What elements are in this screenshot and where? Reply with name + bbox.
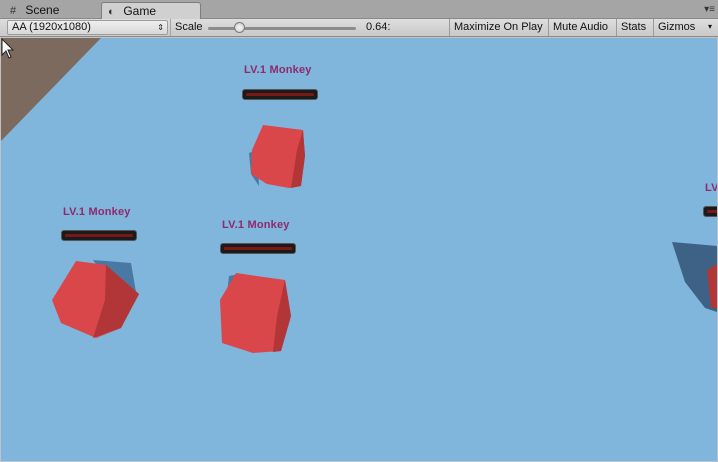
- chevron-down-icon: ▾: [707, 22, 712, 31]
- cube-1: [249, 125, 305, 188]
- health-bar: [242, 89, 318, 100]
- tab-scene[interactable]: # Scene: [4, 2, 96, 19]
- cube-3: [220, 273, 291, 353]
- cube-2: [52, 260, 139, 338]
- tab-menu-icon[interactable]: ▾≡: [704, 4, 715, 15]
- maximize-on-play-button[interactable]: Maximize On Play: [449, 19, 548, 36]
- stats-button[interactable]: Stats: [616, 19, 653, 36]
- tab-game[interactable]: ◐ Game: [101, 2, 201, 19]
- scale-value: 0.64:: [366, 21, 391, 33]
- game-toolbar: AA (1920x1080) ⇕ Scale 0.64: Maximize On…: [0, 19, 718, 37]
- gizmos-button[interactable]: Gizmos ▾: [653, 19, 718, 36]
- scale-slider[interactable]: [208, 27, 356, 30]
- aspect-dropdown[interactable]: AA (1920x1080) ⇕: [7, 20, 168, 35]
- cube-4: [672, 242, 717, 312]
- terrain-corner: [1, 38, 101, 141]
- aspect-label: AA (1920x1080): [12, 21, 91, 33]
- pacman-icon: ◐: [108, 6, 115, 18]
- health-bar: [61, 230, 137, 241]
- mute-audio-button[interactable]: Mute Audio: [548, 19, 616, 36]
- tab-scene-label: Scene: [25, 3, 60, 17]
- tab-game-label: Game: [123, 4, 157, 18]
- scale-slider-thumb[interactable]: [234, 22, 245, 33]
- enemy-label: LV.1 Monkey: [222, 219, 290, 231]
- enemy-label: LV.1 Monkey: [244, 64, 312, 76]
- gizmos-label: Gizmos: [658, 21, 696, 33]
- tab-bar: # Scene ◐ Game ▾≡: [0, 0, 718, 19]
- scene-graphics: [1, 38, 717, 353]
- health-bar: [703, 206, 717, 217]
- grid-icon: #: [10, 5, 17, 17]
- enemy-label: LV: [705, 182, 717, 194]
- mouse-cursor-icon: [1, 38, 15, 59]
- scale-label: Scale: [170, 19, 207, 36]
- dropdown-arrows-icon: ⇕: [157, 23, 164, 32]
- health-bar: [220, 243, 296, 254]
- enemy-label: LV.1 Monkey: [63, 206, 131, 218]
- game-viewport[interactable]: LV.1 Monkey LV.1 Monkey LV.1 Monkey LV: [1, 38, 717, 461]
